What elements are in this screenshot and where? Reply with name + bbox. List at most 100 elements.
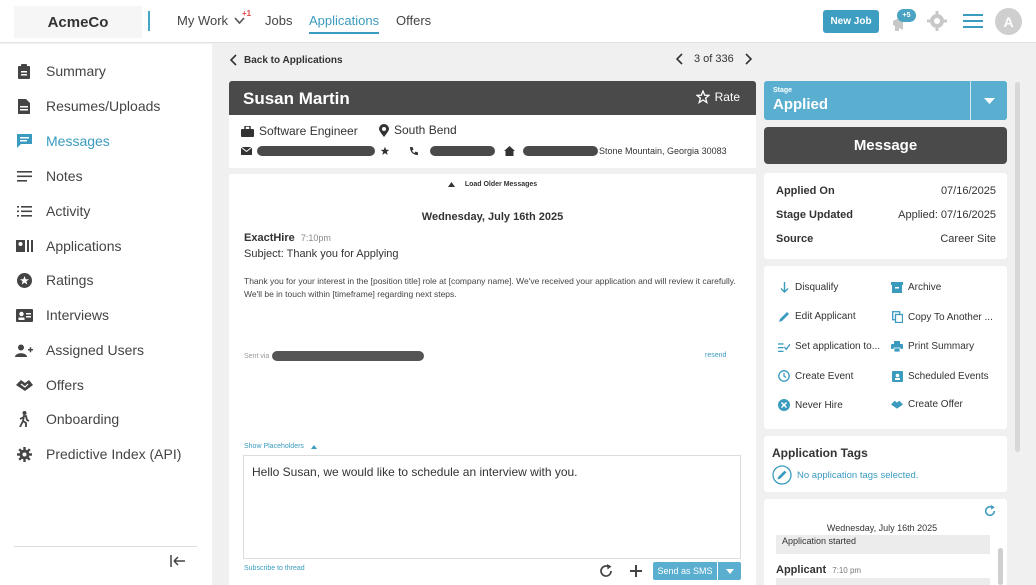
nav-my-work[interactable]: My Work	[177, 13, 228, 28]
application-details-card: Applied On 07/16/2025 Stage Updated Applie…	[764, 173, 1007, 259]
phone-row	[409, 146, 495, 156]
message-composer[interactable]: Hello Susan, we would like to schedule a…	[243, 455, 741, 559]
list-check-icon	[778, 342, 790, 352]
create-event-action[interactable]: Create Event	[778, 370, 853, 382]
next-applicant-icon[interactable]	[744, 53, 752, 65]
activity-entry	[776, 578, 990, 585]
sidebar-item-onboarding[interactable]: Onboarding	[0, 405, 212, 433]
create-offer-action[interactable]: Create Offer	[891, 399, 963, 410]
stage-dropdown-toggle[interactable]	[970, 81, 1007, 120]
copy-to-another-action[interactable]: Copy To Another ...	[891, 311, 993, 323]
collapse-sidebar-icon[interactable]	[170, 555, 186, 567]
document-icon	[0, 98, 46, 114]
sidebar-item-predictive-index[interactable]: Predictive Index (API)	[0, 440, 212, 468]
message-subject: Subject: Thank you for Applying	[244, 248, 399, 260]
location-text: South Bend	[394, 123, 457, 137]
applicant-name: Susan Martin	[243, 89, 350, 108]
sidebar-item-offers[interactable]: Offers	[0, 371, 212, 399]
job-title-text: Software Engineer	[259, 124, 358, 138]
activity-entry: Application started	[776, 535, 990, 554]
previous-applicant-icon[interactable]	[676, 53, 684, 65]
sidebar-item-label: Onboarding	[46, 411, 120, 427]
subscribe-to-thread-link[interactable]: Subscribe to thread	[244, 565, 305, 572]
rate-label: Rate	[714, 90, 740, 104]
message-body: Thank you for your interest in the [posi…	[244, 276, 736, 299]
gear-icon[interactable]	[926, 10, 948, 32]
applied-on-value: 07/16/2025	[940, 185, 996, 197]
edit-applicant-label: Edit Applicant	[795, 311, 856, 322]
applied-on-label: Applied On	[776, 185, 835, 197]
nav-applications[interactable]: Applications	[309, 13, 380, 34]
archive-action[interactable]: Archive	[891, 282, 941, 293]
sidebar-item-interviews[interactable]: Interviews	[0, 301, 212, 329]
sidebar-item-label: Activity	[46, 203, 91, 219]
clipboard-icon	[0, 63, 46, 79]
notes-icon	[0, 170, 46, 182]
nav-jobs[interactable]: Jobs	[265, 13, 292, 28]
print-summary-action[interactable]: Print Summary	[891, 341, 974, 352]
source-row: Source Career Site	[776, 233, 996, 245]
top-bar: AcmeCo My Work +1 Jobs Applications Offe…	[0, 0, 1036, 43]
activity-actor-row: Applicant 7:10 pm	[776, 564, 861, 576]
refresh-icon[interactable]	[984, 505, 996, 517]
rate-button[interactable]: Rate	[695, 90, 740, 104]
copy-to-another-label: Copy To Another ...	[908, 311, 993, 323]
star-icon[interactable]	[380, 146, 390, 156]
sidebar-item-messages[interactable]: Messages	[0, 127, 212, 155]
stage-updated-label: Stage Updated	[776, 209, 854, 221]
star-circle-icon	[0, 272, 46, 288]
chevron-left-icon	[230, 54, 237, 66]
company-logo[interactable]: AcmeCo	[14, 6, 142, 38]
plus-icon[interactable]	[629, 564, 643, 578]
avatar[interactable]: A	[995, 8, 1022, 35]
pager-text: 3 of 336	[694, 53, 734, 65]
edit-applicant-action[interactable]: Edit Applicant	[778, 311, 856, 322]
caret-down-icon	[725, 568, 734, 574]
sidebar-item-resumes[interactable]: Resumes/Uploads	[0, 92, 212, 120]
add-user-icon	[0, 344, 46, 357]
caret-up-icon	[447, 182, 455, 187]
right-panel-scrollbar[interactable]	[1015, 82, 1020, 452]
briefcase-icon	[241, 125, 254, 137]
never-hire-label: Never Hire	[795, 399, 843, 411]
handshake-icon	[0, 379, 46, 391]
never-hire-action[interactable]: Never Hire	[778, 399, 843, 411]
chat-icon	[0, 134, 46, 148]
message-button[interactable]: Message	[764, 127, 1007, 164]
send-as-sms-button[interactable]: Send as SMS	[653, 562, 717, 580]
notification-badge: +5	[897, 9, 916, 22]
set-application-to-action[interactable]: Set application to...	[778, 341, 880, 352]
sidebar-item-assigned-users[interactable]: Assigned Users	[0, 336, 212, 364]
source-label: Source	[776, 233, 814, 245]
address-text: Stone Mountain, Georgia 30083	[599, 146, 727, 156]
scheduled-events-label: Scheduled Events	[908, 370, 989, 382]
source-value: Career Site	[940, 233, 996, 245]
location: South Bend	[379, 123, 457, 137]
edit-tags-icon[interactable]	[772, 465, 792, 485]
redacted-sender-address	[272, 351, 425, 361]
sidebar-item-summary[interactable]: Summary	[0, 57, 212, 85]
load-older-messages-button[interactable]: Load Older Messages	[229, 181, 756, 188]
sidebar-item-ratings[interactable]: Ratings	[0, 266, 212, 294]
refresh-icon[interactable]	[599, 564, 613, 578]
activity-feed-scrollbar[interactable]	[998, 548, 1003, 585]
message-time: 7:10pm	[300, 233, 331, 243]
sidebar-item-activity[interactable]: Activity	[0, 197, 212, 225]
hamburger-menu-icon[interactable]	[963, 13, 983, 29]
nav-offers[interactable]: Offers	[396, 13, 431, 28]
new-job-button[interactable]: New Job	[823, 10, 879, 33]
home-icon	[504, 146, 515, 156]
printer-icon	[891, 341, 903, 352]
scheduled-events-action[interactable]: Scheduled Events	[891, 370, 989, 382]
resend-link[interactable]: resend	[705, 352, 726, 359]
list-icon	[0, 205, 46, 217]
send-options-dropdown[interactable]	[718, 562, 741, 580]
sidebar-item-applications[interactable]: Applications	[0, 232, 212, 260]
disqualify-label: Disqualify	[795, 282, 839, 293]
sidebar-item-notes[interactable]: Notes	[0, 162, 212, 190]
archive-icon	[891, 282, 903, 293]
show-placeholders-toggle[interactable]: Show Placeholders	[244, 443, 317, 450]
sender-name: ExactHire	[244, 232, 295, 244]
back-to-applications-link[interactable]: Back to Applications	[230, 54, 343, 66]
disqualify-action[interactable]: Disqualify	[778, 282, 838, 293]
